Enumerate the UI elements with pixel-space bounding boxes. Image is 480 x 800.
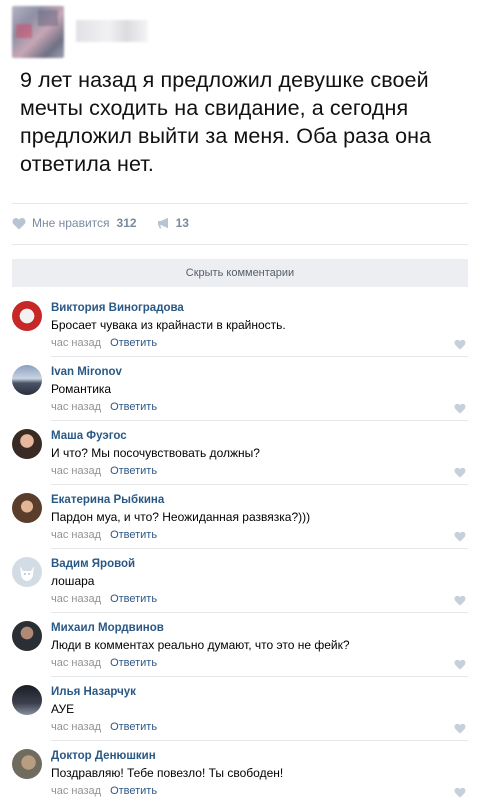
avatar[interactable] (12, 493, 42, 523)
comment-meta: час назад Ответить (51, 657, 157, 669)
hide-comments-button[interactable]: Скрыть комментарии (12, 259, 468, 287)
heart-icon[interactable] (454, 659, 466, 670)
comment-time[interactable]: час назад (51, 785, 101, 797)
comment-author[interactable]: Виктория Виноградова (51, 302, 184, 314)
reply-link[interactable]: Ответить (110, 785, 157, 797)
comment-text: АУЕ (51, 702, 75, 716)
comment-meta: час назад Ответить (51, 401, 157, 413)
default-avatar-dog-icon (20, 566, 34, 581)
comment-author[interactable]: Илья Назарчук (51, 686, 136, 698)
comment-item: Екатерина Рыбкина Пардон муа, и что? Нео… (12, 485, 468, 549)
comment-meta: час назад Ответить (51, 465, 157, 477)
comment-time[interactable]: час назад (51, 593, 101, 605)
comment-text: Поздравляю! Тебе повезло! Ты свободен! (51, 766, 284, 780)
heart-icon[interactable] (454, 531, 466, 542)
heart-icon[interactable] (454, 339, 466, 350)
comment-text: Бросает чувака из крайнасти в крайность. (51, 318, 286, 332)
comment-author[interactable]: Вадим Яровой (51, 558, 135, 570)
like-button-label[interactable]: Мне нравится (32, 216, 110, 230)
heart-icon[interactable] (454, 723, 466, 734)
comment-text: Пардон муа, и что? Неожиданная развязка?… (51, 510, 311, 524)
shares-count[interactable]: 13 (176, 216, 189, 230)
comment-text: лошара (51, 574, 95, 588)
comment-item: Михаил Мордвинов Люди в комментах реальн… (12, 613, 468, 677)
avatar[interactable] (12, 749, 42, 779)
comment-author[interactable]: Ivan Mironov (51, 366, 122, 378)
comment-item: Доктор Денюшкин Поздравляю! Тебе повезло… (12, 741, 468, 800)
megaphone-icon[interactable] (157, 217, 171, 229)
likes-count[interactable]: 312 (117, 216, 137, 230)
avatar[interactable] (12, 685, 42, 715)
heart-icon[interactable] (454, 595, 466, 606)
comment-meta: час назад Ответить (51, 529, 157, 541)
avatar[interactable] (12, 557, 42, 587)
avatar[interactable] (12, 429, 42, 459)
post-text: 9 лет назад я предложил девушке своей ме… (20, 68, 432, 176)
comment-text: Романтика (51, 382, 112, 396)
comment-item: Вадим Яровой лошара час назад Ответить (12, 549, 468, 613)
avatar[interactable] (12, 621, 42, 651)
divider (12, 203, 468, 204)
comment-author[interactable]: Екатерина Рыбкина (51, 494, 164, 506)
blurred-author-name (76, 20, 148, 42)
comment-time[interactable]: час назад (51, 721, 101, 733)
comment-meta: час назад Ответить (51, 721, 157, 733)
comment-time[interactable]: час назад (51, 401, 101, 413)
comment-item: Илья Назарчук АУЕ час назад Ответить (12, 677, 468, 741)
blurred-author-avatar (12, 6, 64, 58)
heart-icon[interactable] (454, 787, 466, 798)
comment-time[interactable]: час назад (51, 337, 101, 349)
comment-time[interactable]: час назад (51, 529, 101, 541)
reply-link[interactable]: Ответить (110, 721, 157, 733)
comment-meta: час назад Ответить (51, 593, 157, 605)
heart-icon[interactable] (454, 403, 466, 414)
heart-icon[interactable] (454, 467, 466, 478)
comment-text: Люди в комментах реально думают, что это… (51, 638, 350, 652)
avatar[interactable] (12, 365, 42, 395)
comment-text: И что? Мы посочувствовать должны? (51, 446, 260, 460)
comment-author[interactable]: Маша Фуэгос (51, 430, 127, 442)
comment-author[interactable]: Михаил Мордвинов (51, 622, 164, 634)
divider (12, 244, 468, 245)
comment-item: Виктория Виноградова Бросает чувака из к… (12, 293, 468, 357)
reply-link[interactable]: Ответить (110, 529, 157, 541)
heart-icon[interactable] (12, 217, 26, 230)
blurred-post-author (12, 6, 152, 58)
comment-item: Маша Фуэгос И что? Мы посочувствовать до… (12, 421, 468, 485)
avatar[interactable] (12, 301, 42, 331)
reply-link[interactable]: Ответить (110, 593, 157, 605)
comment-item: Ivan Mironov Романтика час назад Ответить (12, 357, 468, 421)
comment-time[interactable]: час назад (51, 465, 101, 477)
reply-link[interactable]: Ответить (110, 337, 157, 349)
comment-time[interactable]: час назад (51, 657, 101, 669)
comment-meta: час назад Ответить (51, 785, 157, 797)
comment-author[interactable]: Доктор Денюшкин (51, 750, 156, 762)
reply-link[interactable]: Ответить (110, 657, 157, 669)
reply-link[interactable]: Ответить (110, 465, 157, 477)
post-actions: Мне нравится 312 13 (12, 213, 189, 233)
reply-link[interactable]: Ответить (110, 401, 157, 413)
comment-meta: час назад Ответить (51, 337, 157, 349)
